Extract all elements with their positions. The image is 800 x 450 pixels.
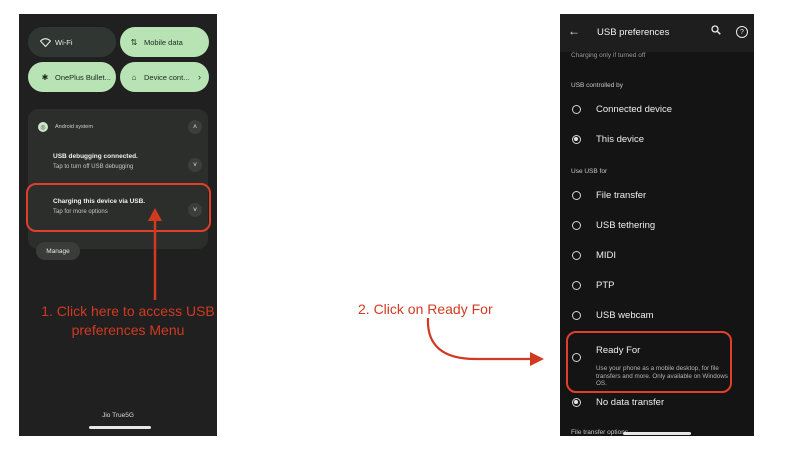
bluetooth-icon: ✱ xyxy=(41,72,49,82)
usb-debugging-notification[interactable]: USB debugging connected. Tap to turn off… xyxy=(53,153,138,170)
radio-icon xyxy=(572,251,581,260)
page-title: USB preferences xyxy=(597,27,670,38)
radio-icon xyxy=(572,281,581,290)
option-label: PTP xyxy=(596,280,615,291)
highlight-charging-notification xyxy=(26,183,211,232)
radio-selected-icon xyxy=(572,398,581,407)
radio-this-device[interactable]: This device xyxy=(572,134,644,145)
home-icon: ⌂ xyxy=(131,72,137,82)
option-label: Connected device xyxy=(596,104,673,115)
device-controls-tile[interactable]: ⌂ Device cont... › xyxy=(120,62,209,92)
notification-header: ◎ Android system xyxy=(38,122,93,132)
app-bar: ← USB preferences ? xyxy=(560,14,754,52)
radio-icon xyxy=(572,311,581,320)
expand-chevron-down-icon[interactable]: ˅ xyxy=(188,158,202,172)
radio-midi[interactable]: MIDI xyxy=(572,250,616,261)
device-controls-label: Device cont... xyxy=(144,72,190,82)
wifi-label: Wi-Fi xyxy=(55,37,73,47)
radio-icon xyxy=(572,221,581,230)
notification-subtitle: Tap to turn off USB debugging xyxy=(53,164,134,170)
section-file-transfer-options: File transfer options xyxy=(571,429,629,436)
section-use-usb-for: Use USB for xyxy=(571,168,608,175)
notification-title: USB debugging connected. xyxy=(53,153,138,160)
bluetooth-tile[interactable]: ✱ OnePlus Bullet... xyxy=(28,62,116,92)
top-note: Charging only if turned off xyxy=(571,52,646,59)
gesture-home-bar[interactable] xyxy=(623,432,691,435)
option-label: USB webcam xyxy=(596,310,654,321)
notification-app-name: Android system xyxy=(55,124,93,130)
chevron-right-icon: › xyxy=(198,72,201,82)
tutorial-canvas: Wi-Fi ⇅ Mobile data ✱ OnePlus Bullet... … xyxy=(0,0,800,450)
manage-button[interactable]: Manage xyxy=(36,242,80,260)
option-label: This device xyxy=(596,134,645,145)
radio-ptp[interactable]: PTP xyxy=(572,280,614,291)
android-system-icon: ◎ xyxy=(38,122,48,132)
step-1-instruction: 1. Click here to access USB preferences … xyxy=(41,303,215,338)
radio-no-data-transfer[interactable]: No data transfer xyxy=(572,397,664,408)
option-label: USB tethering xyxy=(596,220,656,231)
pointer-arrow-curved xyxy=(426,317,544,366)
collapse-chevron-up-icon[interactable]: ˄ xyxy=(188,120,202,134)
bluetooth-label: OnePlus Bullet... xyxy=(55,72,111,82)
option-label: File transfer xyxy=(596,190,647,201)
mobile-data-tile[interactable]: ⇅ Mobile data xyxy=(120,27,209,57)
carrier-label: Jio True5G xyxy=(102,412,134,419)
radio-icon xyxy=(572,191,581,200)
radio-connected-device[interactable]: Connected device xyxy=(572,104,672,115)
radio-usb-webcam[interactable]: USB webcam xyxy=(572,310,654,321)
wifi-tile[interactable]: Wi-Fi xyxy=(28,27,116,57)
option-label: MIDI xyxy=(596,250,617,261)
option-label: No data transfer xyxy=(596,397,665,408)
help-icon[interactable]: ? xyxy=(736,26,748,38)
radio-usb-tethering[interactable]: USB tethering xyxy=(572,220,655,231)
mobile-data-icon: ⇅ xyxy=(130,37,138,47)
search-icon[interactable] xyxy=(711,25,721,38)
back-arrow-icon[interactable]: ← xyxy=(568,24,580,38)
mobile-data-label: Mobile data xyxy=(144,37,183,47)
wifi-icon xyxy=(39,36,51,48)
section-usb-controlled-by: USB controlled by xyxy=(571,82,624,89)
pointer-arrow-up xyxy=(148,208,162,300)
highlight-ready-for xyxy=(566,331,732,393)
gesture-home-bar[interactable] xyxy=(89,426,151,429)
radio-file-transfer[interactable]: File transfer xyxy=(572,190,646,201)
radio-selected-icon xyxy=(572,135,581,144)
radio-icon xyxy=(572,105,581,114)
